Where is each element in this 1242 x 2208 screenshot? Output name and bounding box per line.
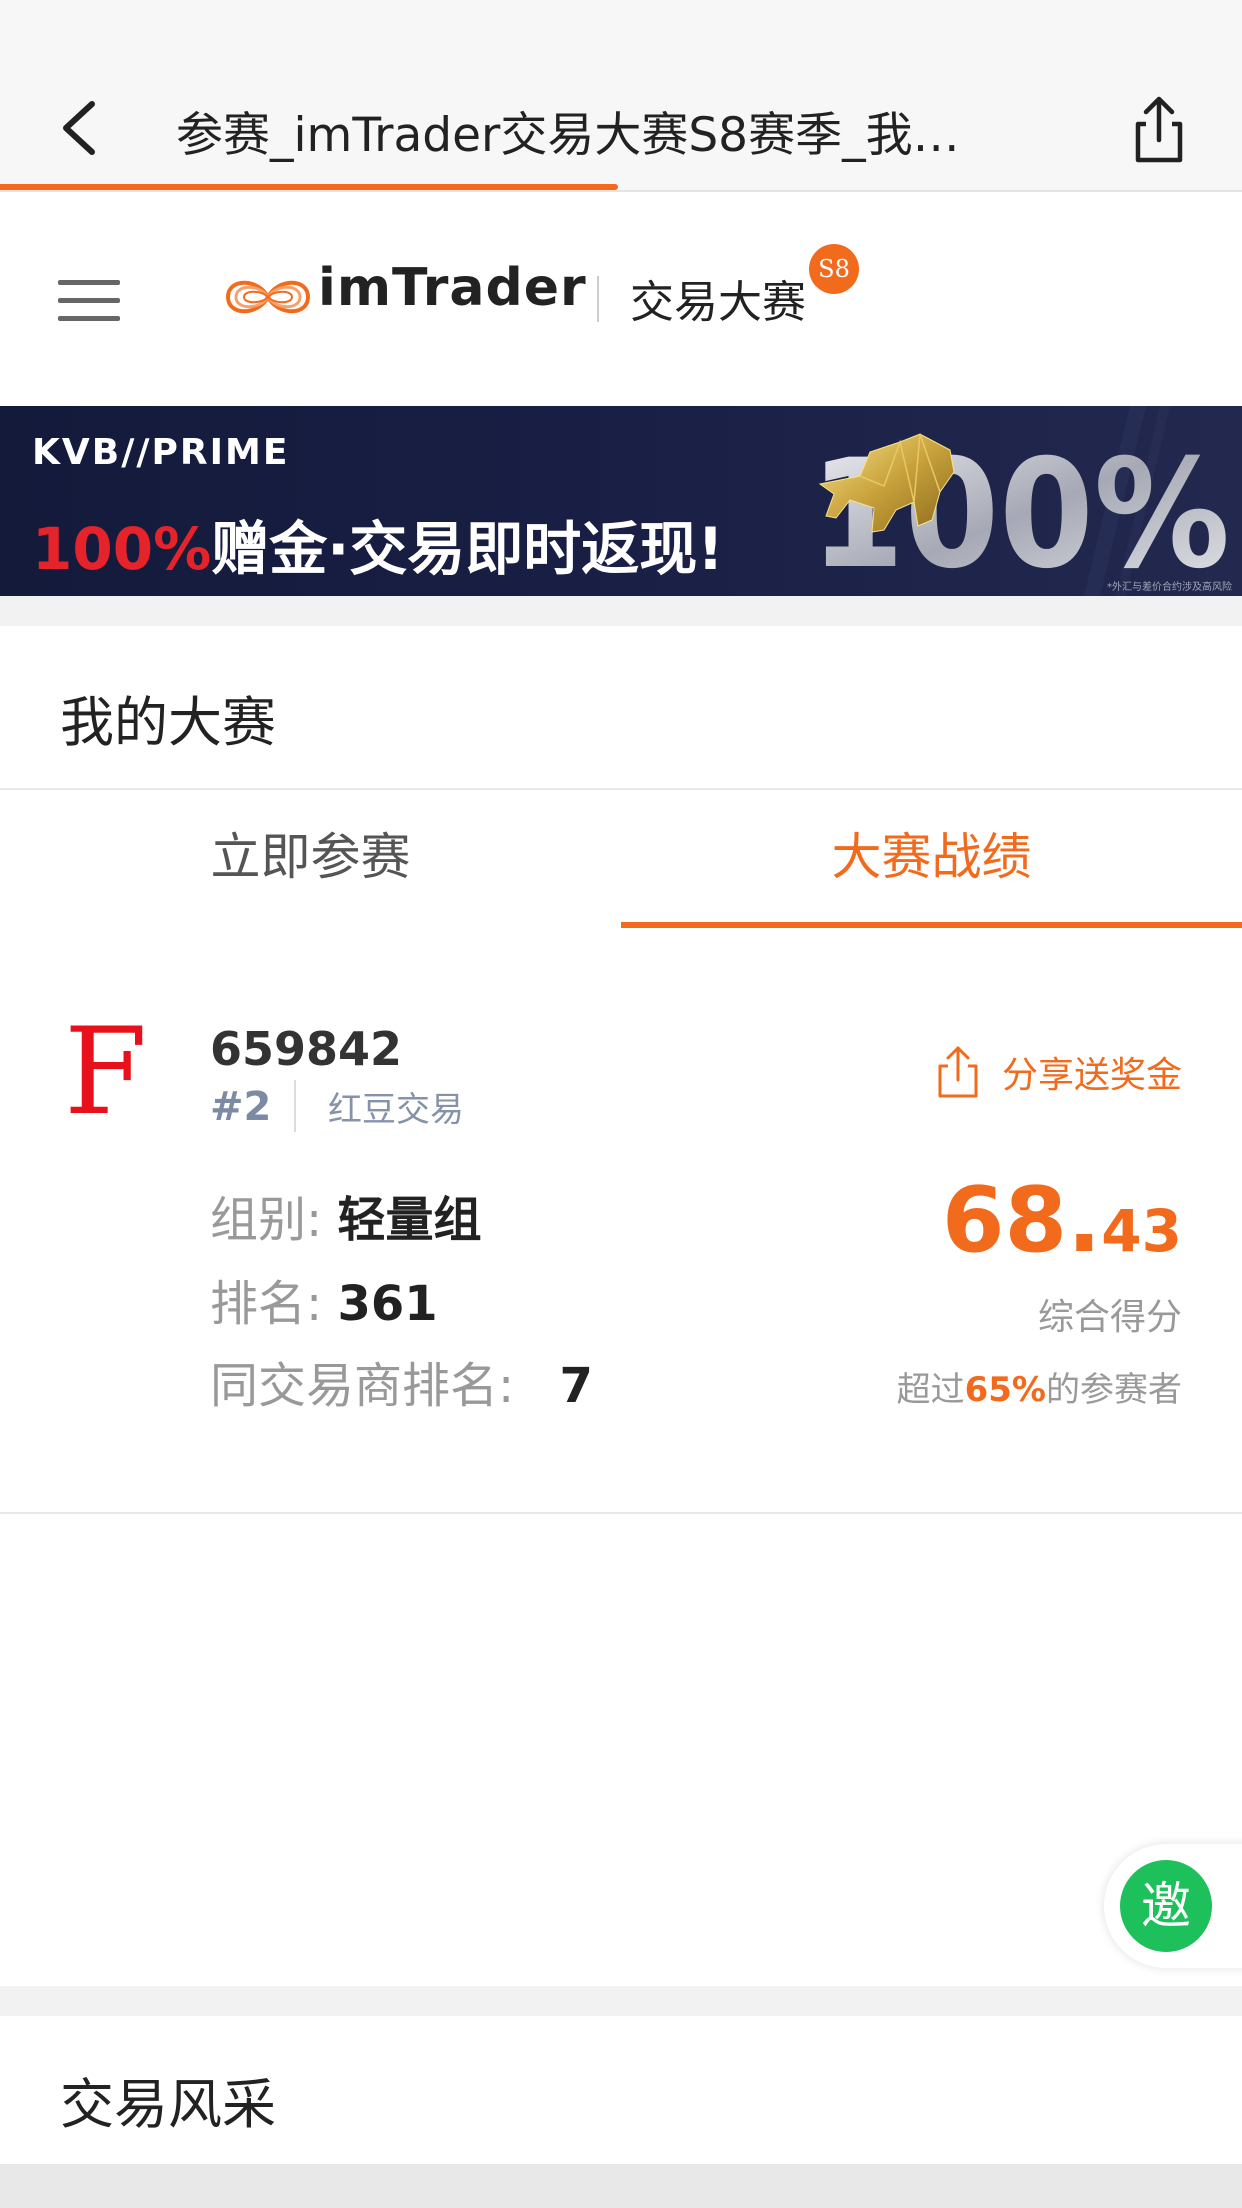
invite-button[interactable]: 邀	[1120, 1860, 1212, 1952]
share-bonus-label: 分享送奖金	[1001, 1055, 1182, 1096]
broker-rank-row: 同交易商排名: 7	[210, 1346, 593, 1416]
score-integer: 68.	[941, 1168, 1102, 1273]
page-load-progress	[0, 184, 618, 190]
ad-disclaimer: *外汇与差价合约涉及高风险	[1107, 580, 1232, 593]
broker-rank-value: 7	[559, 1358, 593, 1414]
percentile-value: 65%	[964, 1370, 1046, 1410]
contest-tabs: 立即参赛 大赛战绩	[0, 792, 1242, 932]
browser-top-bar: 参赛_imTrader交易大赛S8赛季_我…	[0, 0, 1242, 192]
content-blank-area	[0, 1514, 1242, 1986]
bottom-strip	[0, 2164, 1242, 2208]
percentile-suffix: 的参赛者	[1046, 1370, 1182, 1410]
hamburger-line	[58, 316, 120, 321]
account-id: 659842	[210, 1022, 403, 1076]
section-title: 我的大赛	[60, 691, 276, 754]
site-header: imTrader 交易大赛 S8	[0, 194, 1242, 406]
my-contest-header: 我的大赛	[0, 626, 1242, 790]
hamburger-line	[58, 280, 120, 285]
active-tab-indicator	[621, 922, 1242, 928]
trade-style-header: 交易风采	[0, 2016, 1242, 2164]
group-row: 组别: 轻量组	[210, 1180, 481, 1250]
season-badge: S8	[809, 244, 859, 294]
share-button[interactable]	[1124, 88, 1194, 168]
menu-button[interactable]	[58, 280, 122, 326]
ad-banner[interactable]: KVB//PRIME 100%赠金·交易即时返现! 100% *外汇与差价合约涉…	[0, 406, 1242, 596]
ad-brand-logo: KVB//PRIME	[32, 432, 290, 473]
tab-contest-record[interactable]: 大赛战绩	[621, 792, 1242, 932]
divider	[294, 1080, 296, 1132]
percentile-text: 超过65%的参赛者	[897, 1362, 1182, 1411]
tab-join-contest[interactable]: 立即参赛	[0, 792, 621, 932]
score-label: 综合得分	[1037, 1297, 1182, 1338]
rank-label: 排名:	[210, 1276, 323, 1332]
ad-headline-text: 赠金·交易即时返现!	[211, 515, 724, 583]
contest-name: 交易大赛	[630, 277, 806, 328]
hamburger-line	[58, 298, 120, 303]
share-icon	[1135, 96, 1183, 163]
section-gap	[0, 1986, 1242, 2016]
group-label: 组别:	[210, 1192, 323, 1248]
section-title: 交易风采	[60, 2073, 276, 2136]
share-icon	[938, 1046, 978, 1098]
bull-100-percent-graphic: 100% *外汇与差价合约涉及高风险	[810, 406, 1232, 596]
section-gap	[0, 596, 1242, 626]
broker-name: 红豆交易	[328, 1090, 464, 1130]
share-bonus-button[interactable]: 分享送奖金	[934, 1044, 1182, 1100]
record-card: F 659842 #2 红豆交易 分享送奖金 组别: 轻量组 排名: 361 同…	[0, 932, 1242, 1514]
invite-float: 邀	[1104, 1844, 1242, 1968]
brand-name[interactable]: imTrader	[318, 258, 587, 318]
group-value: 轻量组	[337, 1192, 482, 1248]
brand-divider	[597, 276, 599, 322]
ad-headline: 100%赠金·交易即时返现!	[32, 502, 724, 586]
account-rank-tag: #2	[210, 1084, 272, 1130]
ad-headline-highlight: 100%	[32, 515, 212, 583]
infinity-logo-icon	[225, 280, 311, 314]
chevron-left-icon	[63, 101, 95, 155]
rank-row: 排名: 361	[210, 1264, 438, 1334]
percentile-prefix: 超过	[896, 1370, 965, 1410]
broker-rank-label: 同交易商排名:	[210, 1358, 515, 1414]
back-button[interactable]	[50, 88, 110, 168]
avatar: F	[64, 1003, 148, 1142]
composite-score: 68.43	[942, 1168, 1182, 1273]
score-decimal: 43	[1101, 1197, 1182, 1265]
page-title: 参赛_imTrader交易大赛S8赛季_我…	[176, 108, 960, 163]
rank-value: 361	[337, 1276, 438, 1332]
